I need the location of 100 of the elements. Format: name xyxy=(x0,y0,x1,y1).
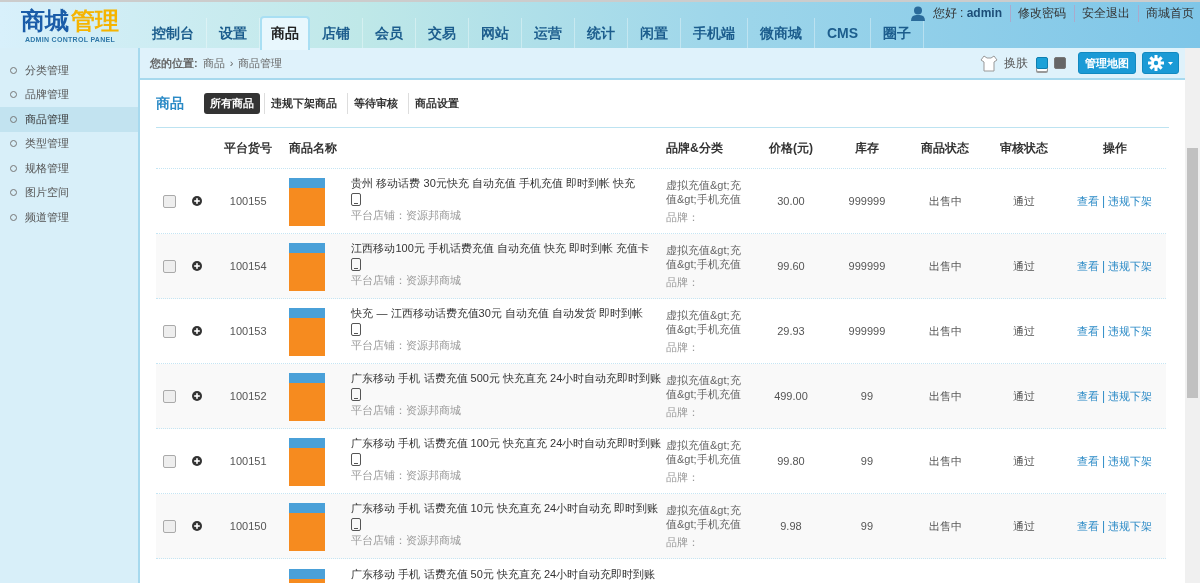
expand-icon[interactable] xyxy=(192,326,203,336)
audit-status: 通过 xyxy=(1012,389,1035,402)
action-link[interactable]: 违规下架 xyxy=(1108,259,1153,272)
scrollbar-thumb[interactable] xyxy=(1187,148,1198,398)
product-image xyxy=(289,243,326,291)
stock-value: 99 xyxy=(860,455,874,467)
audit-status: 通过 xyxy=(1012,324,1035,337)
product-name[interactable]: 江西移动100元 手机话费充值 自动充值 快充 即时到帐 充值卡 xyxy=(351,241,650,256)
category-text: 虚拟充值&gt;充值&gt;手机充值 xyxy=(665,307,742,336)
greeting-text: 您好 : admin xyxy=(932,5,1002,22)
row-checkbox[interactable] xyxy=(163,324,177,338)
product-name[interactable]: 广东移动 手机 话费充值 10元 快充直充 24小时自动充 即时到账 xyxy=(351,501,659,516)
section-title: 商品 xyxy=(156,94,184,113)
settings-button[interactable] xyxy=(1142,52,1179,74)
brand-label: 品牌： xyxy=(665,404,700,420)
filter-tab[interactable]: 等待审核 xyxy=(347,93,404,114)
expand-icon[interactable] xyxy=(192,196,203,206)
goods-status: 出售中 xyxy=(928,519,962,532)
breadcrumb-item[interactable]: 商品 xyxy=(202,55,225,71)
row-checkbox[interactable] xyxy=(163,194,177,208)
filter-tab[interactable]: 所有商品 xyxy=(204,93,260,114)
action-separator: | xyxy=(1101,258,1106,273)
column-header: 审核状态 xyxy=(999,140,1048,155)
action-separator: | xyxy=(1101,193,1106,208)
logo-text: 商城 xyxy=(21,7,69,34)
tablet-icon xyxy=(351,388,362,401)
action-link[interactable]: 查看 xyxy=(1076,324,1099,337)
product-name[interactable]: 快充 — 江西移动话费充值30元 自动充值 自动发货 即时到帐 xyxy=(351,306,643,321)
sidebar-item[interactable]: 品牌管理 xyxy=(0,82,138,107)
sidebar-item[interactable]: 规格管理 xyxy=(0,156,138,181)
sidebar-item[interactable]: 频道管理 xyxy=(0,205,138,230)
action-link[interactable]: 违规下架 xyxy=(1108,389,1153,402)
goods-status: 出售中 xyxy=(928,194,962,207)
expand-icon[interactable] xyxy=(192,521,203,531)
brand-label: 品牌： xyxy=(665,274,700,290)
tablet-icon xyxy=(351,323,362,336)
row-checkbox[interactable] xyxy=(163,519,177,533)
action-link[interactable]: 查看 xyxy=(1076,519,1099,532)
product-id: 100155 xyxy=(229,195,267,207)
goods-status: 出售中 xyxy=(928,389,962,402)
skin-swatch[interactable] xyxy=(1054,57,1066,69)
expand-icon[interactable] xyxy=(192,456,203,466)
column-header: 商品状态 xyxy=(921,140,970,155)
logo-text-accent: 管理 xyxy=(71,7,119,34)
tablet-icon xyxy=(351,453,362,466)
product-image xyxy=(289,503,326,551)
expand-icon[interactable] xyxy=(192,261,203,271)
action-link[interactable]: 违规下架 xyxy=(1108,454,1153,467)
stock-value: 999999 xyxy=(848,195,886,207)
brand-label: 品牌： xyxy=(665,209,700,225)
action-link[interactable]: 查看 xyxy=(1076,454,1099,467)
action-separator: | xyxy=(1101,388,1106,403)
goods-status: 出售中 xyxy=(928,324,962,337)
header-link[interactable]: 商城首页 xyxy=(1138,5,1194,22)
sidebar-item[interactable]: 分类管理 xyxy=(0,58,138,83)
skin-label: 换肤 xyxy=(1004,54,1028,72)
product-id: 100153 xyxy=(229,325,267,337)
row-checkbox[interactable] xyxy=(163,259,177,273)
product-name[interactable]: 贵州 移动话费 30元快充 自动充值 手机充值 即时到帐 快充 xyxy=(351,176,635,191)
header-link[interactable]: 修改密码 xyxy=(1010,5,1066,22)
tablet-icon xyxy=(351,518,362,531)
action-link[interactable]: 违规下架 xyxy=(1108,519,1153,532)
action-separator: | xyxy=(1101,518,1106,533)
row-checkbox[interactable] xyxy=(163,454,177,468)
expand-icon[interactable] xyxy=(192,391,203,401)
product-name[interactable]: 广东移动 手机 话费充值 500元 快充直充 24小时自动充即时到账 xyxy=(351,371,662,386)
filter-tab[interactable]: 商品设置 xyxy=(408,93,465,114)
map-button[interactable]: 管理地图 xyxy=(1078,52,1136,74)
product-name[interactable]: 广东移动 手机 话费充值 50元 快充直充 24小时自动充即时到账 xyxy=(351,567,656,582)
price-value: 30.00 xyxy=(777,195,805,207)
sidebar-item[interactable]: 商品管理 xyxy=(0,107,138,132)
action-separator: | xyxy=(1101,323,1106,338)
price-value: 99.80 xyxy=(777,455,805,467)
sidebar-item[interactable]: 类型管理 xyxy=(0,131,138,156)
price-value: 499.00 xyxy=(774,390,808,402)
action-link[interactable]: 查看 xyxy=(1076,389,1099,402)
store-name: 平台店铺：资源邦商城 xyxy=(351,533,463,548)
filter-tab[interactable]: 违规下架商品 xyxy=(264,93,343,114)
goods-status: 出售中 xyxy=(928,454,962,467)
product-image xyxy=(289,308,326,356)
nav-tab[interactable]: 商品 xyxy=(260,16,310,50)
column-header: 品牌&分类 xyxy=(665,140,723,155)
breadcrumb-separator: › xyxy=(229,57,234,69)
stock-value: 999999 xyxy=(848,325,886,337)
header-link[interactable]: 安全退出 xyxy=(1074,5,1130,22)
product-id: 100152 xyxy=(229,390,267,402)
product-name[interactable]: 广东移动 手机 话费充值 100元 快充直充 24小时自动充即时到账 xyxy=(351,436,662,451)
scrollbar[interactable] xyxy=(1185,48,1200,583)
action-separator: | xyxy=(1101,453,1106,468)
action-link[interactable]: 违规下架 xyxy=(1108,324,1153,337)
column-header: 平台货号 xyxy=(224,140,273,155)
action-link[interactable]: 查看 xyxy=(1076,259,1099,272)
action-link[interactable]: 违规下架 xyxy=(1108,194,1153,207)
breadcrumb-item[interactable]: 商品管理 xyxy=(238,55,283,71)
action-link[interactable]: 查看 xyxy=(1076,194,1099,207)
product-image xyxy=(289,438,326,486)
sidebar-item[interactable]: 图片空间 xyxy=(0,180,138,205)
product-id: 100151 xyxy=(229,455,267,467)
store-name: 平台店铺：资源邦商城 xyxy=(351,338,463,353)
row-checkbox[interactable] xyxy=(163,389,177,403)
